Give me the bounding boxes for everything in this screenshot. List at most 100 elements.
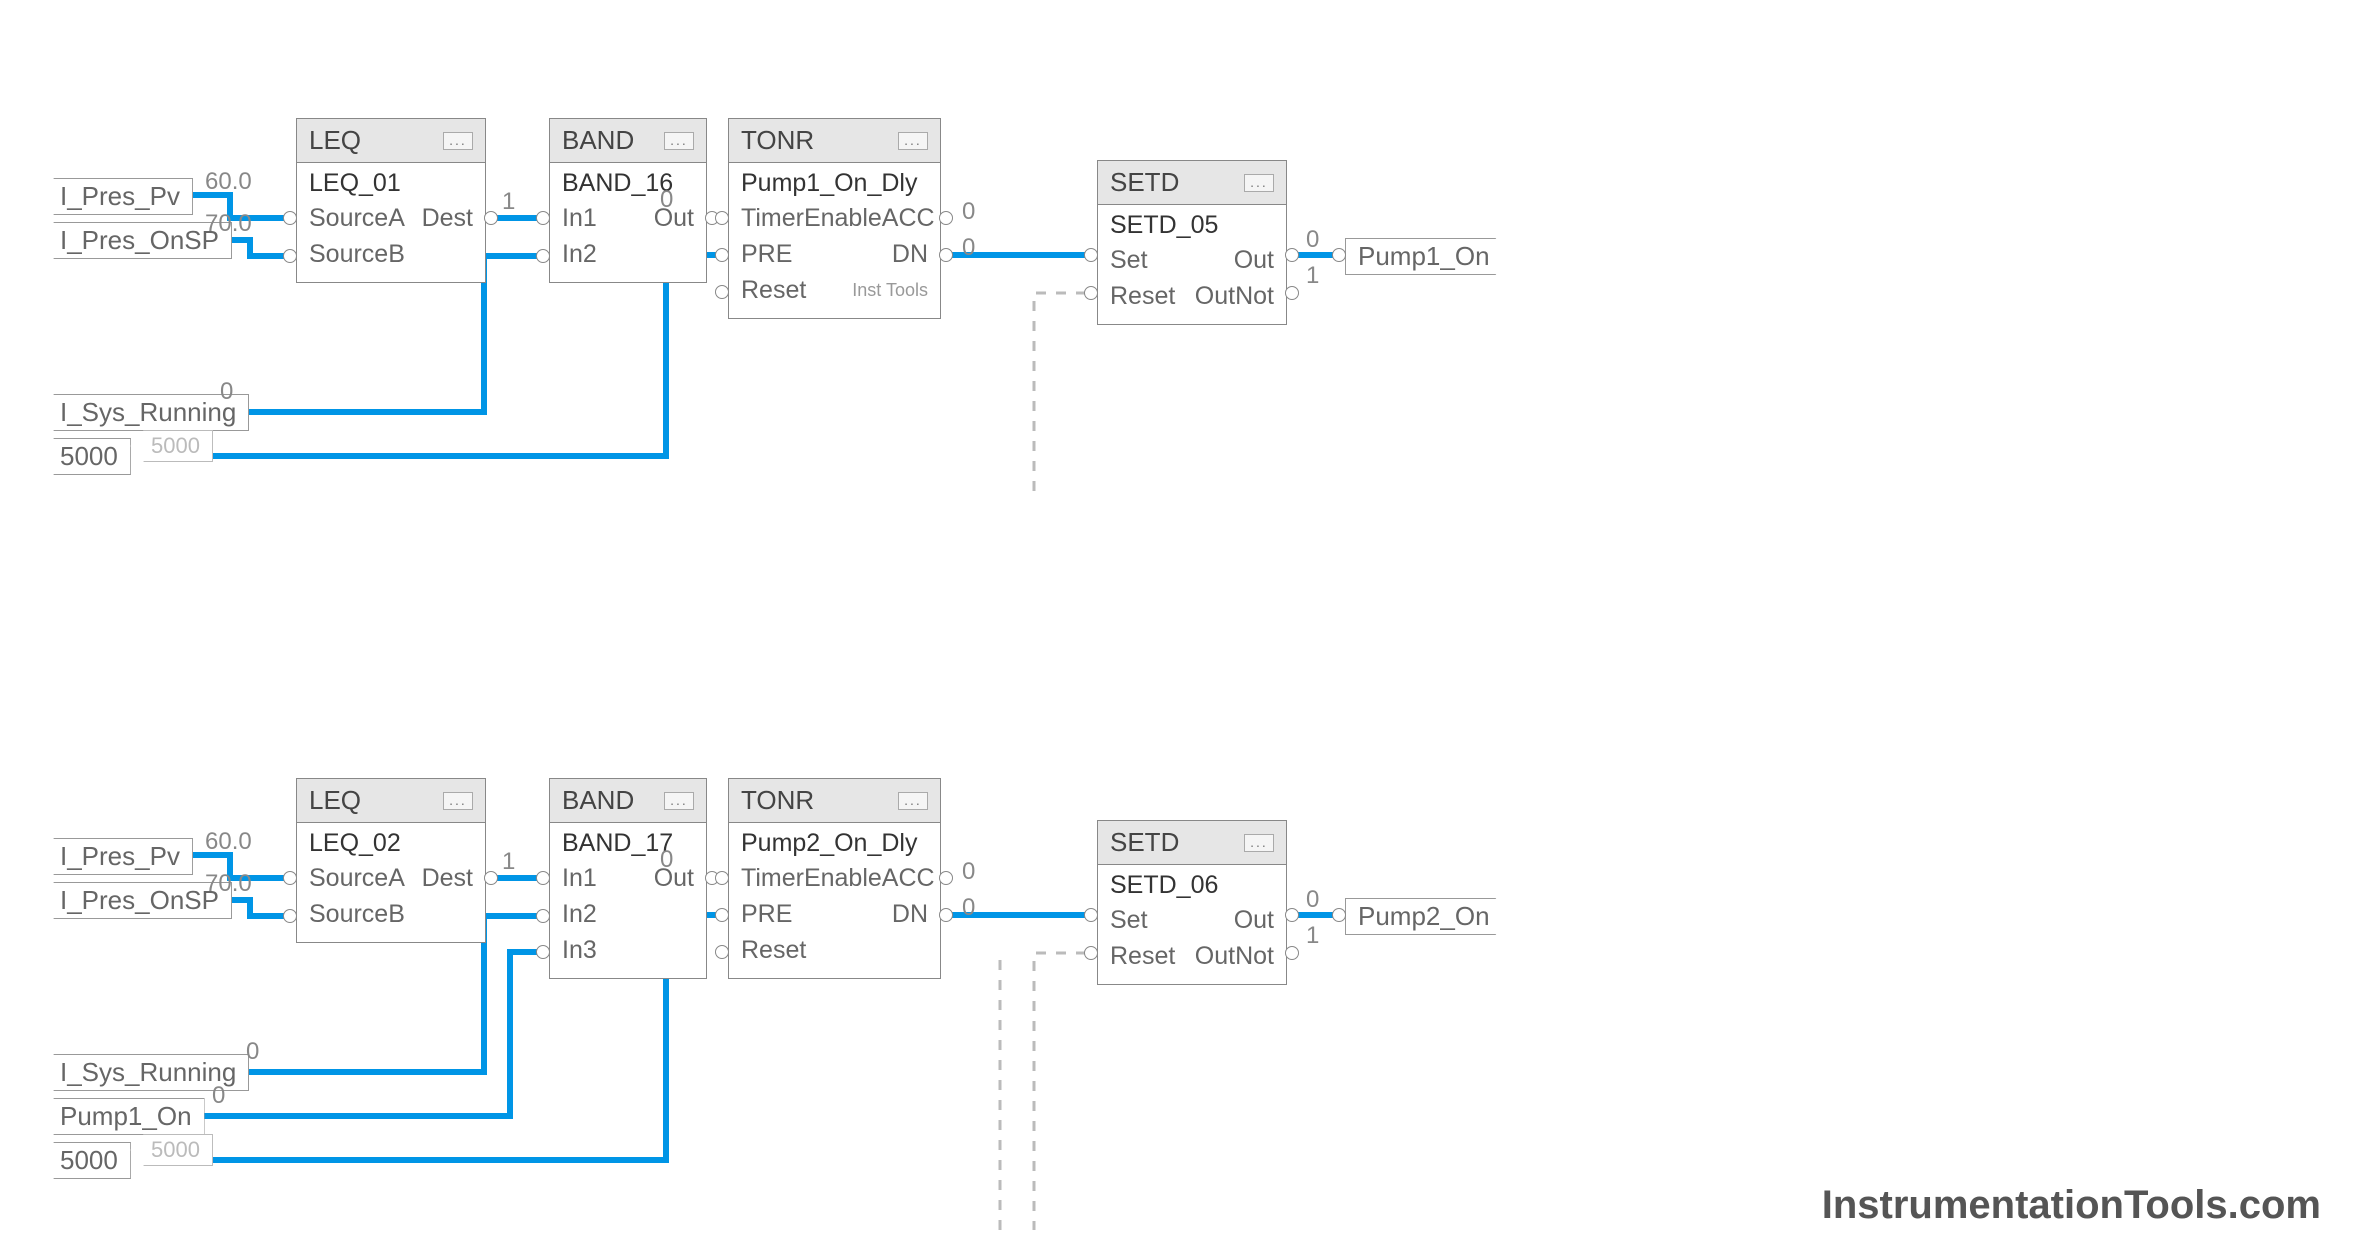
pin-leq2-b[interactable] — [283, 909, 297, 923]
block-setd-1-name: SETD_05 — [1110, 211, 1274, 240]
band2-in2: In2 — [562, 896, 597, 932]
tag-pump2-on[interactable]: Pump2_On — [1345, 898, 1510, 935]
setd2-outnot: OutNot — [1195, 938, 1274, 974]
block-band-2-type: BAND — [562, 785, 634, 816]
block-leq-2-name: LEQ_02 — [309, 829, 473, 858]
pin-tonr1-dn[interactable] — [939, 248, 953, 262]
pin-setd2-reset[interactable] — [1084, 946, 1098, 960]
val-leq2-dest: 1 — [502, 848, 515, 876]
pin-setd2-out[interactable] — [1285, 908, 1299, 922]
tag-i-pres-onsp-2[interactable]: I_Pres_OnSP — [40, 882, 232, 919]
block-band-1-type: BAND — [562, 125, 634, 156]
setd2-reset: Reset — [1110, 938, 1175, 974]
block-band-1[interactable]: BAND ... BAND_16 In1Out In2 — [549, 118, 707, 283]
val-leq1-a: 60.0 — [205, 168, 252, 196]
const-5000-2[interactable]: 5000 — [40, 1142, 131, 1179]
val-tonr1-te: 0 — [660, 186, 673, 214]
block-tonr-1-opts[interactable]: ... — [898, 132, 928, 150]
pin-tonr2-dn[interactable] — [939, 908, 953, 922]
tonr1-reset: Reset — [741, 272, 806, 308]
val-setd1-out: 0 — [1306, 226, 1319, 254]
block-setd-2-opts[interactable]: ... — [1244, 834, 1274, 852]
pin-leq2-dest[interactable] — [484, 871, 498, 885]
block-leq-1-type: LEQ — [309, 125, 361, 156]
tag-i-pres-pv-2[interactable]: I_Pres_Pv — [40, 838, 193, 875]
val-setd1-outnot: 1 — [1306, 262, 1319, 290]
pin-tonr1-pre[interactable] — [715, 248, 729, 262]
block-leq-2[interactable]: LEQ ... LEQ_02 SourceA Dest SourceB — [296, 778, 486, 943]
block-leq-1[interactable]: LEQ ... LEQ_01 SourceADest SourceB — [296, 118, 486, 283]
pin-tonr1-te[interactable] — [715, 211, 729, 225]
block-band-1-opts[interactable]: ... — [664, 132, 694, 150]
pin-leq1-dest[interactable] — [484, 211, 498, 225]
tag-pump1-on-2[interactable]: Pump1_On — [40, 1098, 205, 1135]
block-band-2-opts[interactable]: ... — [664, 792, 694, 810]
block-tonr-2[interactable]: TONR ... Pump2_On_Dly TimerEnableACC PRE… — [728, 778, 941, 979]
pin-setd1-set[interactable] — [1084, 248, 1098, 262]
const-5000-2-ghost: 5000 — [130, 1134, 213, 1166]
pin-leq2-a[interactable] — [283, 871, 297, 885]
tonr2-dn: DN — [892, 896, 928, 932]
leq1-in-b: SourceB — [309, 236, 405, 272]
pin-setd2-outnot[interactable] — [1285, 946, 1299, 960]
block-tonr-2-type: TONR — [741, 785, 814, 816]
block-tonr-1-type: TONR — [741, 125, 814, 156]
block-band-2-name: BAND_17 — [562, 829, 694, 858]
setd2-set: Set — [1110, 902, 1148, 938]
val-leq2-b: 70.0 — [205, 870, 252, 898]
pin-band2-in2[interactable] — [536, 909, 550, 923]
fbd-canvas: I_Pres_Pv I_Pres_OnSP I_Sys_Running 5000… — [0, 0, 2371, 1258]
pin-band1-in1[interactable] — [536, 211, 550, 225]
pin-leq1-a[interactable] — [283, 211, 297, 225]
pin-tonr2-acc[interactable] — [939, 871, 953, 885]
leq2-in-a: SourceA — [309, 860, 405, 896]
tag-pump1-on[interactable]: Pump1_On — [1345, 238, 1510, 275]
const-5000-1[interactable]: 5000 — [40, 438, 131, 475]
block-band-1-name: BAND_16 — [562, 169, 694, 198]
block-tonr-2-opts[interactable]: ... — [898, 792, 928, 810]
tag-i-pres-onsp-1[interactable]: I_Pres_OnSP — [40, 222, 232, 259]
pin-band1-in2[interactable] — [536, 249, 550, 263]
pin-leq1-b[interactable] — [283, 249, 297, 263]
val-setd2-outnot: 1 — [1306, 922, 1319, 950]
block-setd-2[interactable]: SETD ... SETD_06 SetOut ResetOutNot — [1097, 820, 1287, 985]
pin-band2-in3[interactable] — [536, 945, 550, 959]
watermark: InstrumentationTools.com — [1822, 1183, 2321, 1228]
pin-setd1-reset[interactable] — [1084, 286, 1098, 300]
setd1-set: Set — [1110, 242, 1148, 278]
pin-setd1-out[interactable] — [1285, 248, 1299, 262]
pin-band2-in1[interactable] — [536, 871, 550, 885]
tag-i-pres-pv-1[interactable]: I_Pres_Pv — [40, 178, 193, 215]
pin-tonr1-acc[interactable] — [939, 211, 953, 225]
pin-tonr2-te[interactable] — [715, 871, 729, 885]
leq1-in-a: SourceA — [309, 200, 405, 236]
val-band2-in3: 0 — [212, 1082, 225, 1110]
setd2-out: Out — [1234, 902, 1274, 938]
block-tonr-2-name: Pump2_On_Dly — [741, 829, 928, 858]
tonr1-insttools: Inst Tools — [852, 272, 928, 308]
pin-setd1-outnot[interactable] — [1285, 286, 1299, 300]
pin-pump1-on[interactable] — [1332, 248, 1346, 262]
tonr2-acc: ACC — [882, 860, 935, 896]
tag-i-sys-running-1[interactable]: I_Sys_Running — [40, 394, 249, 431]
block-leq-2-type: LEQ — [309, 785, 361, 816]
block-setd-1[interactable]: SETD ... SETD_05 SetOut ResetOutNot — [1097, 160, 1287, 325]
pin-pump2-on[interactable] — [1332, 908, 1346, 922]
pin-tonr2-pre[interactable] — [715, 908, 729, 922]
pin-tonr1-reset[interactable] — [715, 285, 729, 299]
block-setd-1-type: SETD — [1110, 167, 1179, 198]
leq2-in-b: SourceB — [309, 896, 405, 932]
block-band-2[interactable]: BAND ... BAND_17 In1Out In2 In3 — [549, 778, 707, 979]
val-tonr2-te: 0 — [660, 846, 673, 874]
leq2-out-dest: Dest — [422, 860, 473, 896]
block-setd-1-opts[interactable]: ... — [1244, 174, 1274, 192]
block-tonr-1[interactable]: TONR ... Pump1_On_Dly TimerEnableACC PRE… — [728, 118, 941, 319]
band2-in3: In3 — [562, 932, 597, 968]
val-tonr1-dn: 0 — [962, 234, 975, 262]
block-leq-1-opts[interactable]: ... — [443, 132, 473, 150]
block-leq-2-opts[interactable]: ... — [443, 792, 473, 810]
pin-setd2-set[interactable] — [1084, 908, 1098, 922]
pin-tonr2-reset[interactable] — [715, 945, 729, 959]
tonr1-pre: PRE — [741, 236, 792, 272]
setd1-reset: Reset — [1110, 278, 1175, 314]
